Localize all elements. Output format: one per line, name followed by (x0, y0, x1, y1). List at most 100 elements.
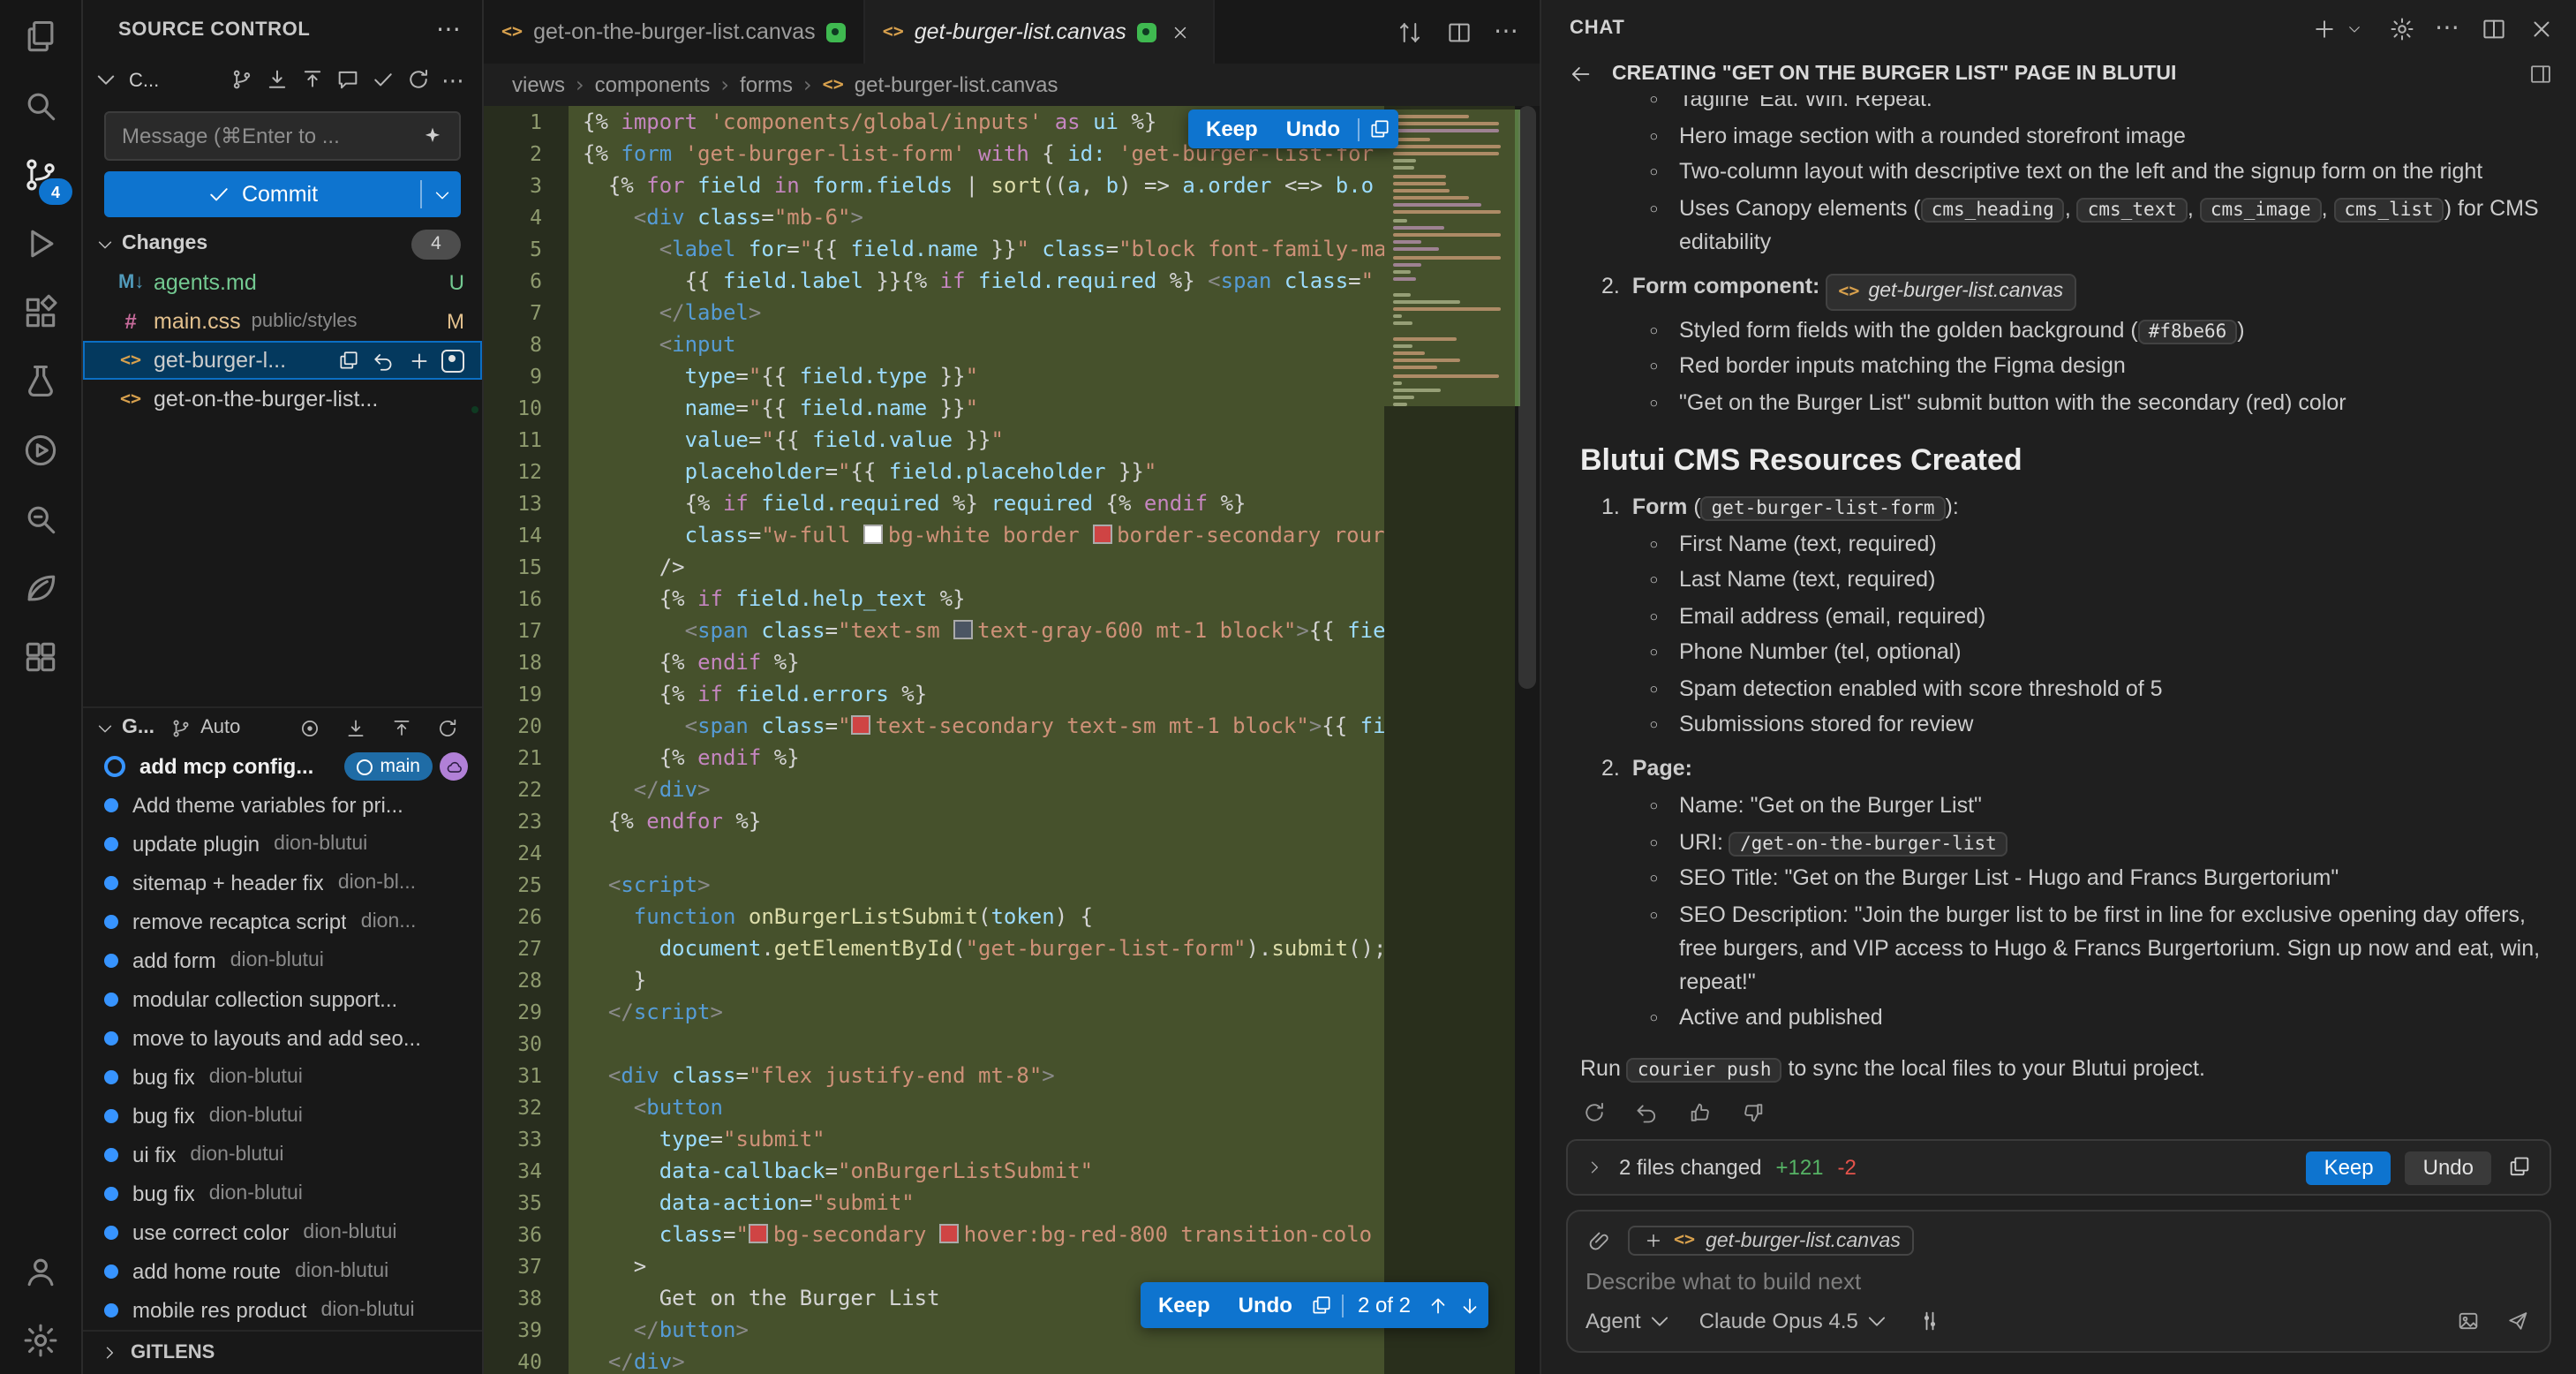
previous-diff-icon[interactable] (1421, 1291, 1453, 1319)
more-actions-icon[interactable]: ⋯ (441, 68, 464, 94)
commit-check-icon[interactable] (371, 67, 399, 95)
commit-row[interactable]: move to layouts and add seo... (83, 1019, 482, 1058)
undo-button[interactable]: Undo (1224, 1293, 1307, 1317)
more-actions-icon[interactable]: ⋯ (436, 16, 461, 44)
commit-row[interactable]: add mcp config...main (83, 747, 482, 786)
retry-icon[interactable] (1580, 1098, 1607, 1125)
commit-row[interactable]: Add theme variables for pri... (83, 786, 482, 825)
file-row[interactable]: #main.csspublic/stylesM (83, 302, 482, 341)
chat-composer[interactable]: <> get-burger-list.canvas Describe what … (1566, 1210, 2551, 1353)
commit-row[interactable]: add formdion-blutui (83, 941, 482, 980)
next-diff-icon[interactable] (1453, 1291, 1485, 1319)
comment-icon[interactable] (335, 67, 364, 95)
thumbs-up-icon[interactable] (1686, 1098, 1713, 1125)
undo-button[interactable]: Undo (1272, 117, 1354, 141)
minimap[interactable] (1384, 106, 1515, 1374)
compare-changes-icon[interactable] (1395, 18, 1423, 46)
copy-diff-icon[interactable] (1363, 115, 1395, 143)
tab-get-on-the-burger-list[interactable]: <> get-on-the-burger-list.canvas (484, 0, 865, 64)
breadcrumb-item[interactable]: views (512, 72, 565, 97)
run-debug-icon[interactable] (18, 221, 64, 267)
commit-message-input[interactable] (118, 122, 420, 150)
commit-button[interactable]: Commit (104, 171, 461, 217)
pull-icon[interactable] (265, 67, 293, 95)
agent-mode-selector[interactable]: Agent (1586, 1307, 1675, 1335)
commit-row[interactable]: add home routedion-blutui (83, 1252, 482, 1291)
close-tab-icon[interactable] (1167, 18, 1195, 46)
stage-changes-icon[interactable] (406, 348, 431, 373)
changes-section-header[interactable]: Changes 4 (83, 224, 482, 263)
branch-icon[interactable] (167, 714, 193, 741)
model-options-sliders-icon[interactable] (1917, 1307, 1945, 1335)
model-selector[interactable]: Claude Opus 4.5 (1699, 1307, 1892, 1335)
breadcrumb-item[interactable]: forms (740, 72, 793, 97)
commit-dropdown-chevron-icon[interactable] (422, 185, 461, 204)
breadcrumb-item[interactable]: components (595, 72, 711, 97)
add-context-plus-icon[interactable] (1642, 1230, 1663, 1251)
code-editor[interactable]: 1{% import 'components/global/inputs' as… (484, 106, 1540, 1374)
repo-label[interactable]: C... (129, 71, 159, 92)
refresh-icon[interactable] (406, 67, 434, 95)
close-panel-icon[interactable] (2527, 14, 2555, 42)
copy-files-icon[interactable] (2505, 1153, 2534, 1181)
context-file-chip[interactable]: <> get-burger-list.canvas (1628, 1226, 1915, 1256)
keep-all-button[interactable]: Keep (2307, 1151, 2391, 1184)
undo-icon[interactable] (1633, 1098, 1660, 1125)
files-icon[interactable] (18, 14, 64, 60)
file-chip[interactable]: <>get-burger-list.canvas (1826, 273, 2075, 310)
editor-scrollbar[interactable] (1515, 106, 1540, 1374)
commit-row[interactable]: use correct colordion-blutui (83, 1213, 482, 1252)
send-button[interactable] (2504, 1307, 2532, 1335)
chevron-down-icon[interactable] (94, 67, 122, 95)
scrollbar-thumb[interactable] (1518, 106, 1536, 689)
more-actions-icon[interactable]: ⋯ (1494, 18, 1518, 46)
source-control-icon[interactable]: 4 (18, 152, 64, 198)
commit-row[interactable]: remove recaptca scriptdion... (83, 902, 482, 941)
cloud-sync-badge[interactable] (440, 752, 468, 781)
new-chat-button[interactable] (2309, 14, 2368, 42)
insert-image-icon[interactable] (2454, 1307, 2482, 1335)
graph-auto-label[interactable]: Auto (200, 717, 240, 738)
files-changed-bar[interactable]: 2 files changed +121 -2 Keep Undo (1566, 1139, 2551, 1196)
attach-paperclip-icon[interactable] (1586, 1227, 1614, 1255)
split-editor-icon[interactable] (1444, 18, 1473, 46)
commit-row[interactable]: bug fixdion-blutui (83, 1174, 482, 1213)
layout-panel-icon[interactable] (2527, 60, 2555, 88)
account-icon[interactable] (18, 1249, 64, 1295)
more-actions-icon[interactable]: ⋯ (2435, 14, 2459, 42)
graph-section-header[interactable]: G... Auto (83, 706, 482, 747)
commit-row[interactable]: modular collection support... (83, 980, 482, 1019)
commit-row[interactable]: bug fixdion-blutui (83, 1097, 482, 1136)
tab-get-burger-list[interactable]: <> get-burger-list.canvas (865, 0, 1215, 64)
commit-row[interactable]: update plugindion-blutui (83, 825, 482, 864)
copy-diff-icon[interactable] (1307, 1291, 1338, 1319)
search-icon[interactable] (18, 83, 64, 129)
open-in-editor-icon[interactable] (2479, 14, 2507, 42)
keep-button[interactable]: Keep (1144, 1293, 1224, 1317)
gitlens-section[interactable]: GITLENS (83, 1330, 482, 1374)
breadcrumb-item[interactable]: get-burger-list.canvas (855, 72, 1058, 97)
branch-badge-main[interactable]: main (344, 752, 433, 781)
commit-row[interactable]: mobile res productdion-blutui (83, 1291, 482, 1330)
settings-icon[interactable] (18, 1317, 64, 1363)
code-review-icon[interactable] (18, 496, 64, 542)
discard-changes-icon[interactable] (371, 348, 395, 373)
target-icon[interactable] (297, 714, 323, 741)
chat-settings-gear-icon[interactable] (2387, 14, 2415, 42)
refresh-icon[interactable] (434, 714, 461, 741)
back-arrow-icon[interactable] (1566, 60, 1594, 88)
composer-input[interactable]: Describe what to build next (1586, 1268, 2532, 1295)
commit-message-box[interactable] (104, 111, 461, 161)
chat-message-content[interactable]: ◦Tagline 'Eat. Win. Repeat.'◦Hero image … (1541, 95, 2576, 1088)
push-icon[interactable] (300, 67, 328, 95)
commit-row[interactable]: sitemap + header fixdion-bl... (83, 864, 482, 902)
open-file-icon[interactable] (335, 348, 360, 373)
extensions-icon[interactable] (18, 290, 64, 336)
file-row[interactable]: <>get-on-the-burger-list... (83, 380, 482, 419)
blocks-icon[interactable] (18, 634, 64, 680)
fetch-icon[interactable] (343, 714, 369, 741)
play-circle-icon[interactable] (18, 427, 64, 473)
file-row[interactable]: <>get-burger-l... (83, 341, 482, 380)
generate-message-sparkle-icon[interactable] (420, 123, 447, 149)
keep-button[interactable]: Keep (1192, 117, 1272, 141)
